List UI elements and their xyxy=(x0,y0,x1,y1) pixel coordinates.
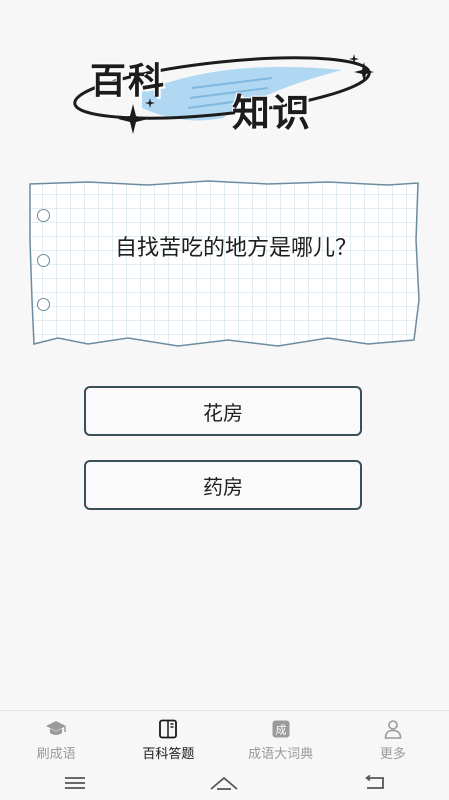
binder-hole xyxy=(37,254,50,267)
person-icon xyxy=(382,719,404,739)
back-icon[interactable] xyxy=(359,772,389,794)
menu-icon[interactable] xyxy=(60,772,90,794)
tab-label: 成语大词典 xyxy=(248,747,314,762)
tab-label: 更多 xyxy=(379,747,406,762)
question-text: 自找苦吃的地方是哪儿？ xyxy=(114,236,357,261)
binder-hole xyxy=(37,298,50,311)
banner-title-line1: 百科 xyxy=(90,61,167,102)
svg-text:成: 成 xyxy=(275,724,286,737)
binder-hole xyxy=(37,209,50,222)
tab-more[interactable]: 更多 xyxy=(337,711,449,767)
home-icon[interactable] xyxy=(209,772,239,794)
dictionary-icon: 成 xyxy=(270,719,292,739)
graduation-cap-icon xyxy=(45,719,67,739)
bottom-tab-bar: 刷成语 百科答题 成 成语大词典 更多 xyxy=(0,710,449,767)
system-navigation-bar xyxy=(0,766,449,800)
book-icon xyxy=(157,719,179,739)
tab-label: 百科答题 xyxy=(142,747,195,762)
tab-label: 刷成语 xyxy=(36,747,76,762)
answer-option-2[interactable]: 药房 xyxy=(84,460,362,510)
banner-title-line2: 知识 xyxy=(232,91,313,135)
tab-idiom-dictionary[interactable]: 成 成语大词典 xyxy=(225,711,337,767)
tab-encyclopedia-quiz[interactable]: 百科答题 xyxy=(112,711,224,767)
question-card: 自找苦吃的地方是哪儿？ xyxy=(28,180,420,348)
banner-logo: 百科 知识 xyxy=(72,48,378,135)
answer-option-1[interactable]: 花房 xyxy=(84,386,362,436)
tab-idiom-practice[interactable]: 刷成语 xyxy=(0,711,112,767)
